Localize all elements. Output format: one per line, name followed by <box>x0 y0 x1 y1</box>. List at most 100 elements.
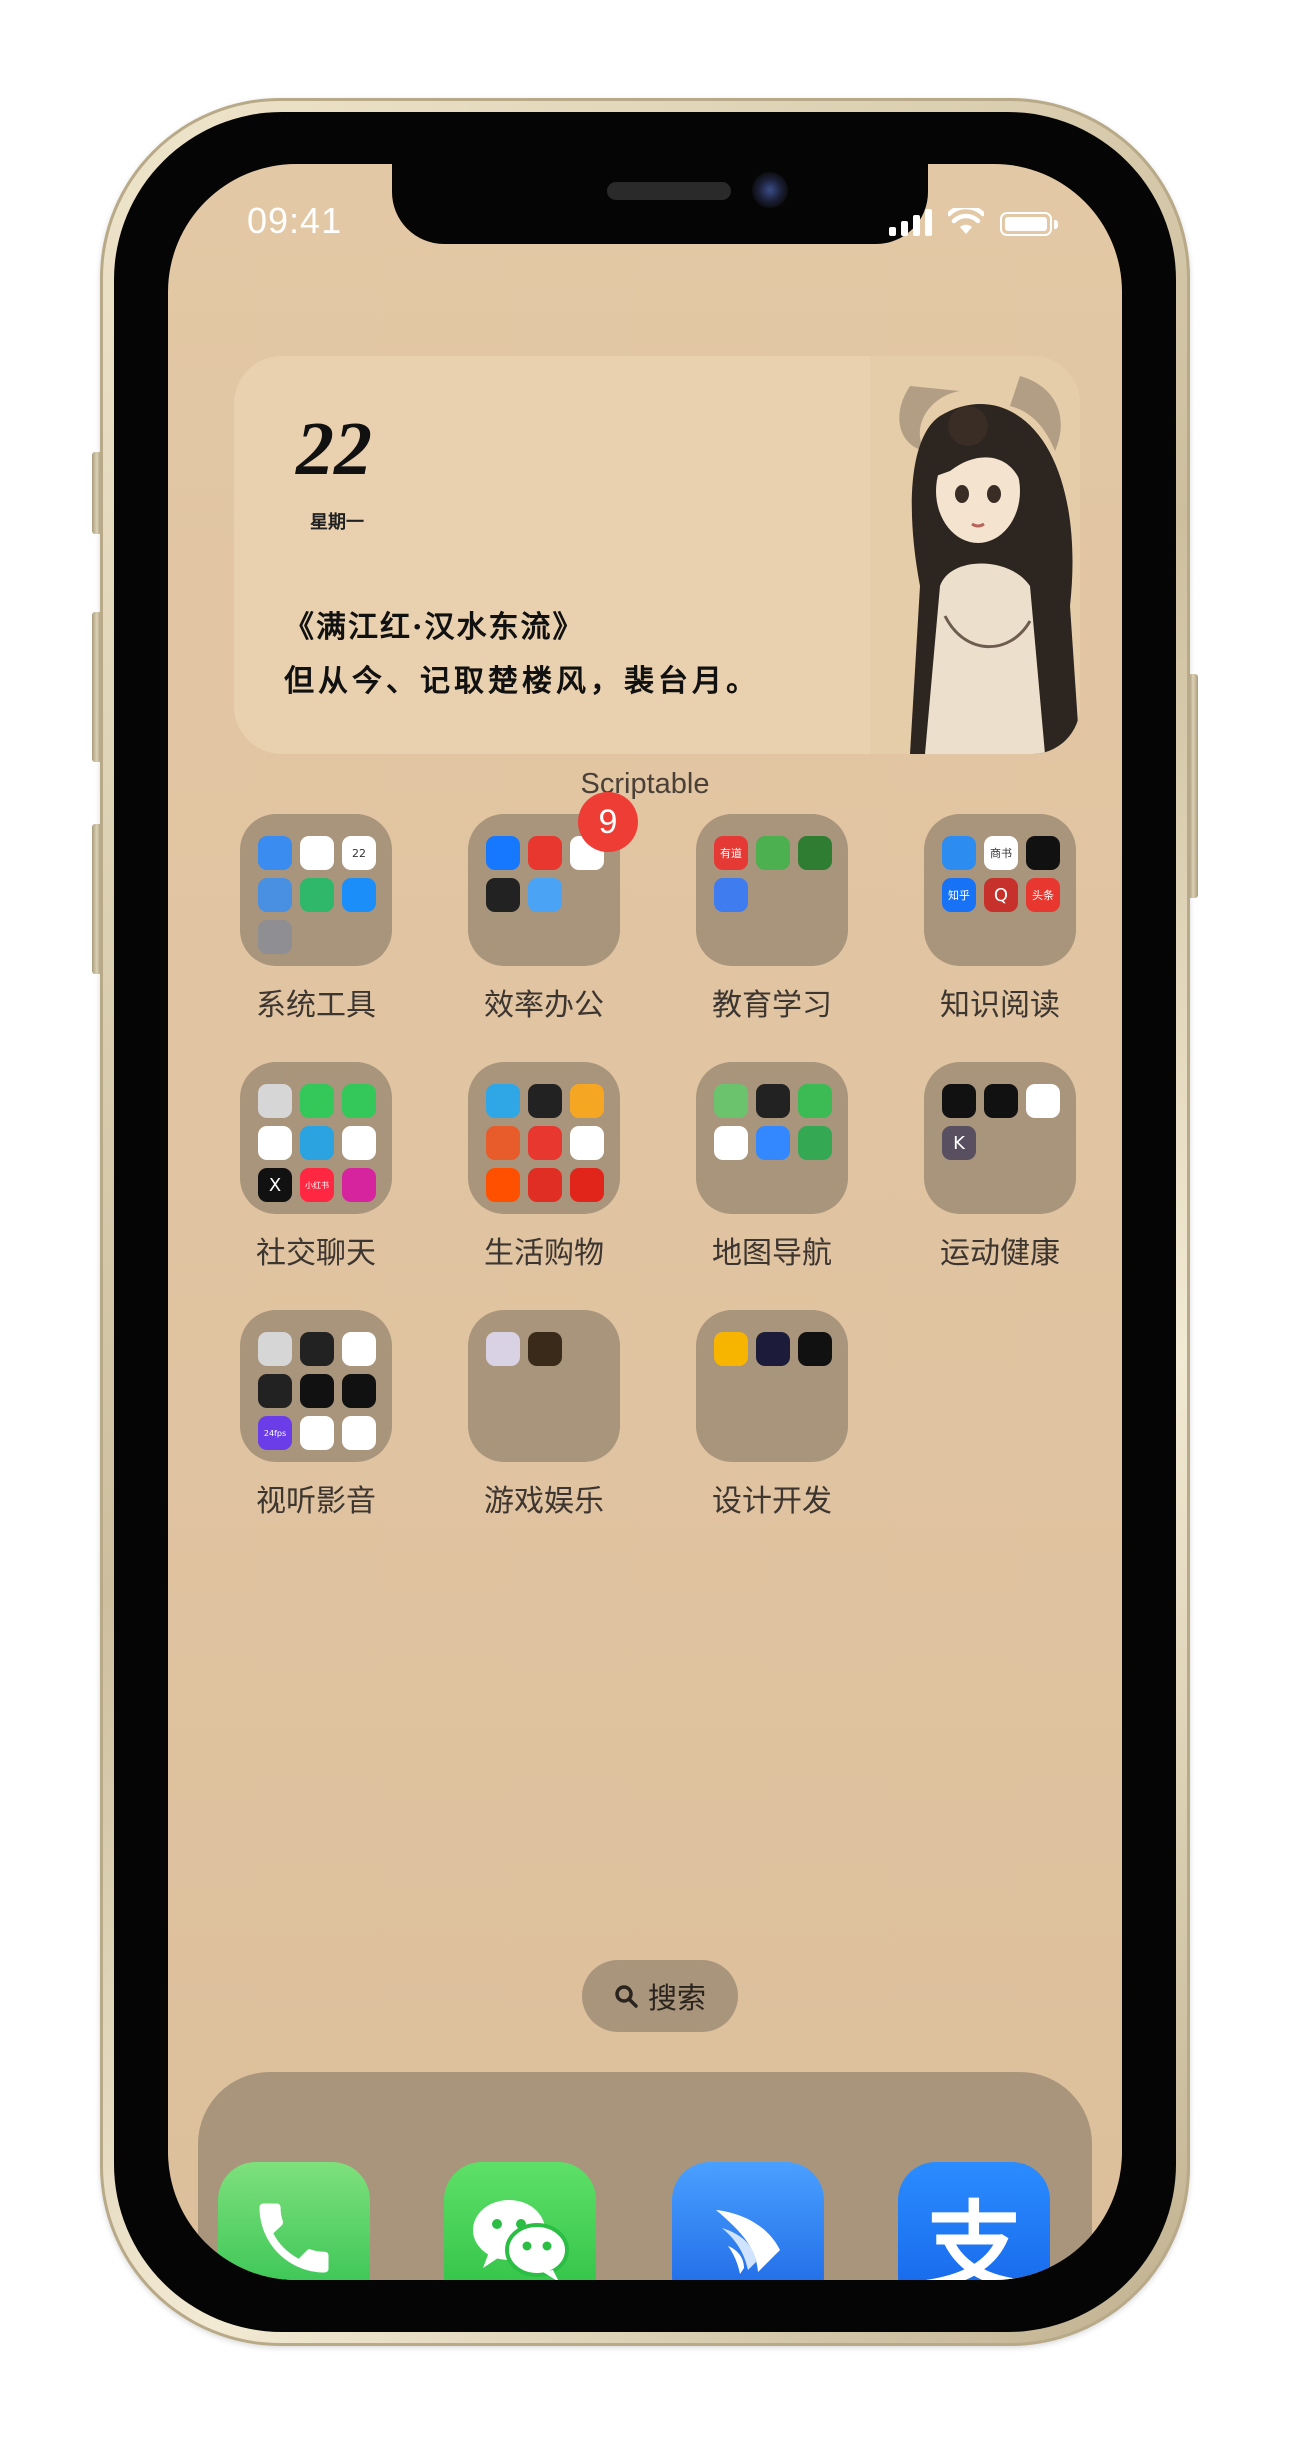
cloud-drive-icon <box>528 878 562 912</box>
folder-icon[interactable]: 24fps <box>240 1310 392 1462</box>
folder-icon[interactable] <box>696 1062 848 1214</box>
watch-icon <box>942 1084 976 1118</box>
folder-icon[interactable]: 22 <box>240 814 392 966</box>
folder-1[interactable]: 9 效率办公 <box>468 792 638 1023</box>
facetime-icon <box>342 1084 376 1118</box>
find-my-icon <box>756 1084 790 1118</box>
pinduoduo-icon <box>528 1168 562 1202</box>
folder-8[interactable]: 24fps 视听影音 <box>240 1310 392 1519</box>
folder-10[interactable]: 设计开发 <box>696 1310 848 1519</box>
books-icon <box>942 836 976 870</box>
wifi-icon <box>948 208 984 234</box>
folder-label: 效率办公 <box>484 988 604 1023</box>
feishu-app-icon[interactable] <box>672 2162 824 2280</box>
keep-icon: K <box>942 1126 976 1160</box>
messages-icon <box>300 1084 334 1118</box>
wing-icon <box>716 2210 780 2274</box>
front-camera <box>752 172 788 208</box>
phone-bezel: 09:41 22 星期一 《满江红·汉水东流》 但从今、记取楚楼风，裴台月。 S… <box>114 112 1176 2332</box>
cellular-signal-icon <box>889 208 932 236</box>
mindmap-icon <box>528 836 562 870</box>
speaker-grille <box>607 182 731 200</box>
camera-icon <box>258 1332 292 1366</box>
ink-girl-illustration <box>870 356 1080 754</box>
qq-icon <box>258 1126 292 1160</box>
didi-icon <box>714 1126 748 1160</box>
folder-label: 系统工具 <box>256 988 376 1023</box>
toutiao-icon: 头条 <box>1026 878 1060 912</box>
photo-editor-icon <box>342 1416 376 1450</box>
metro-icon <box>798 1126 832 1160</box>
folder-label: 社交聊天 <box>256 1236 376 1271</box>
scriptable-widget[interactable]: 22 星期一 《满江红·汉水东流》 但从今、记取楚楼风，裴台月。 <box>234 356 1080 754</box>
folder-label: 设计开发 <box>712 1484 832 1519</box>
clock-icon <box>300 836 334 870</box>
folder-2[interactable]: 有道 教育学习 <box>696 814 848 1023</box>
notification-badge: 9 <box>578 792 638 852</box>
wechat-app-icon[interactable] <box>444 2162 596 2280</box>
safari-icon <box>258 836 292 870</box>
folder-icon[interactable]: X 小红书 <box>240 1062 392 1214</box>
notes-icon <box>714 878 748 912</box>
shortcuts-icon <box>798 1332 832 1366</box>
weather-icon <box>258 878 292 912</box>
wechat-read-icon: 商书 <box>984 836 1018 870</box>
phone-frame: 09:41 22 星期一 《满江红·汉水东流》 但从今、记取楚楼风，裴台月。 S… <box>100 98 1190 2346</box>
search-label: 搜索 <box>647 1981 706 2015</box>
folder-label: 教育学习 <box>712 988 832 1023</box>
quora-icon: Q <box>984 878 1018 912</box>
video-course-icon <box>798 836 832 870</box>
youdao-icon: 有道 <box>714 836 748 870</box>
folder-7[interactable]: K 运动健康 <box>924 1062 1076 1271</box>
folder-0[interactable]: 22 系统工具 <box>240 814 392 1023</box>
phone-icon <box>259 2203 329 2273</box>
fitness-icon <box>984 1084 1018 1118</box>
fps-icon: 24fps <box>258 1416 292 1450</box>
notch <box>392 164 928 244</box>
dingtalk-icon <box>486 836 520 870</box>
capcut-icon <box>342 1374 376 1408</box>
genshin-icon <box>486 1332 520 1366</box>
store-icon <box>570 1084 604 1118</box>
wallet-icon <box>528 1084 562 1118</box>
folder-label: 游戏娱乐 <box>484 1484 604 1519</box>
photos-icon <box>342 1332 376 1366</box>
taobao-icon <box>486 1168 520 1202</box>
folder-icon[interactable]: 商书 知乎 Q 头条 <box>924 814 1076 966</box>
folder-icon[interactable] <box>468 1310 620 1462</box>
star-rail-icon <box>528 1332 562 1366</box>
alipay-app-icon[interactable]: 支 <box>898 2162 1050 2280</box>
folder-9[interactable]: 游戏娱乐 <box>468 1310 620 1519</box>
xiaohongshu-icon: 小红书 <box>300 1168 334 1202</box>
zhihu-icon: 知乎 <box>942 878 976 912</box>
widget-day: 22 <box>296 407 372 491</box>
spotlight-search-button[interactable]: 搜索 <box>582 1960 738 2032</box>
folder-label: 生活购物 <box>484 1236 604 1271</box>
calendar-icon: 22 <box>342 836 376 870</box>
folder-3[interactable]: 商书 知乎 Q 头条知识阅读 <box>924 814 1076 1023</box>
wechat-icon <box>473 2200 569 2280</box>
widget-weekday: 星期一 <box>310 512 364 533</box>
folder-4[interactable]: X 小红书社交聊天 <box>240 1062 392 1271</box>
health-icon <box>1026 1084 1060 1118</box>
widget-caption: Scriptable <box>580 768 710 800</box>
folder-label: 知识阅读 <box>940 988 1060 1023</box>
swift-playgrounds-icon <box>756 1332 790 1366</box>
app-store-icon <box>342 878 376 912</box>
folder-icon[interactable] <box>696 1310 848 1462</box>
folder-6[interactable]: 地图导航 <box>696 1062 848 1271</box>
folder-icon[interactable]: 有道 <box>696 814 848 966</box>
folder-icon[interactable]: K <box>924 1062 1076 1214</box>
xianyu-icon <box>570 1126 604 1160</box>
record-icon <box>258 1374 292 1408</box>
folder-label: 视听影音 <box>256 1484 376 1519</box>
telegram-icon <box>300 1126 334 1160</box>
instagram-icon <box>342 1168 376 1202</box>
phone-app-icon[interactable] <box>218 2162 370 2280</box>
duolingo-icon <box>756 836 790 870</box>
widget-poem-line: 但从今、记取楚楼风，裴台月。 <box>284 664 760 699</box>
folder-icon[interactable] <box>468 1062 620 1214</box>
amap-icon <box>798 1084 832 1118</box>
folder-5[interactable]: 生活购物 <box>468 1062 620 1271</box>
music-wave-icon <box>300 1416 334 1450</box>
